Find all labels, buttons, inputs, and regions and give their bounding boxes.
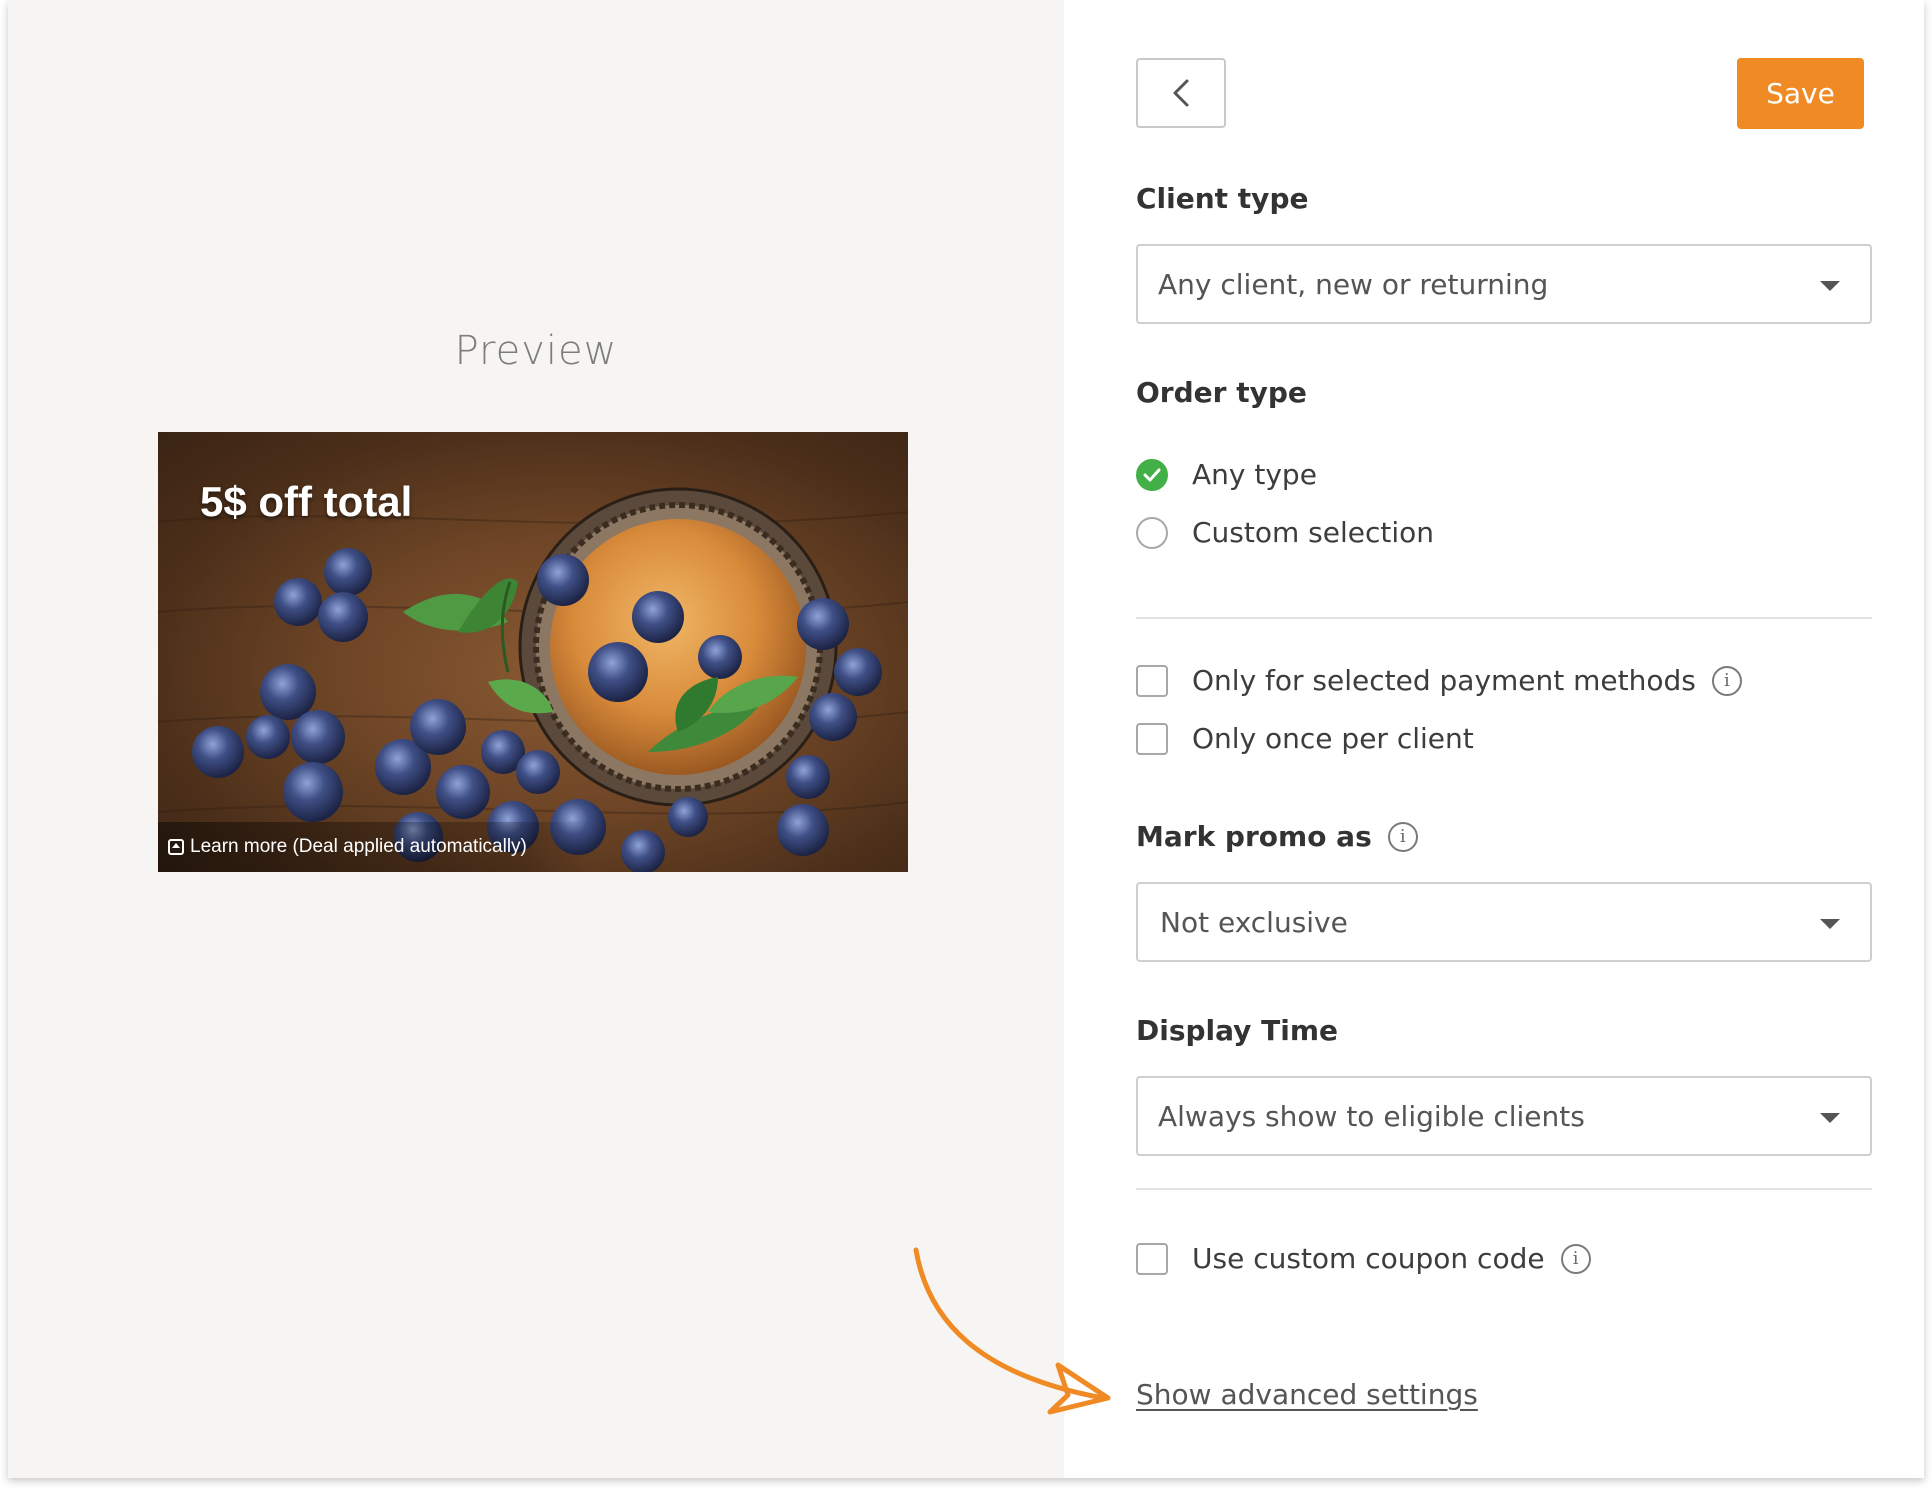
display-time-value: Always show to eligible clients	[1158, 1099, 1585, 1133]
once-per-client-label: Only once per client	[1192, 722, 1474, 755]
preview-pane: Preview 5$ off total Learn more (Deal ap…	[8, 0, 1111, 1478]
mark-promo-label: Mark promo as	[1136, 820, 1372, 853]
save-button[interactable]: Save	[1737, 58, 1864, 129]
mark-promo-select[interactable]: Not exclusive	[1136, 882, 1872, 962]
mark-promo-header: Mark promo as i	[1136, 820, 1418, 853]
show-advanced-settings-link[interactable]: Show advanced settings	[1136, 1378, 1478, 1411]
radio-checked-icon[interactable]	[1136, 458, 1168, 491]
section-divider	[1136, 1188, 1872, 1190]
radio-unchecked-icon[interactable]	[1136, 516, 1168, 549]
custom-coupon-checkbox[interactable]	[1136, 1242, 1168, 1275]
app-window: Preview 5$ off total Learn more (Deal ap…	[8, 0, 1924, 1478]
order-type-label: Order type	[1136, 376, 1307, 409]
custom-coupon-label: Use custom coupon code	[1192, 1242, 1545, 1275]
payment-methods-option[interactable]: Only for selected payment methods i	[1136, 664, 1742, 697]
info-icon[interactable]: i	[1387, 821, 1418, 852]
client-type-value: Any client, new or returning	[1158, 267, 1549, 301]
once-per-client-checkbox[interactable]	[1136, 722, 1168, 755]
info-icon[interactable]: i	[1711, 665, 1742, 696]
promo-title: 5$ off total	[200, 478, 413, 525]
order-type-option-custom[interactable]: Custom selection	[1136, 516, 1434, 549]
order-type-option-label: Any type	[1192, 458, 1317, 491]
chevron-left-icon	[1173, 79, 1189, 107]
dropdown-caret-icon	[1820, 281, 1840, 291]
payment-methods-checkbox[interactable]	[1136, 664, 1168, 697]
dropdown-caret-icon	[1820, 1113, 1840, 1123]
client-type-label: Client type	[1136, 182, 1309, 215]
display-time-select[interactable]: Always show to eligible clients	[1136, 1076, 1872, 1156]
annotation-arrow	[913, 1247, 1111, 1415]
display-time-label: Display Time	[1136, 1014, 1339, 1047]
mark-promo-value: Not exclusive	[1160, 905, 1348, 939]
settings-pane: Save Client type Any client, new or retu…	[1128, 0, 1872, 1478]
promo-footer[interactable]: Learn more (Deal applied automatically)	[158, 822, 588, 872]
once-per-client-option[interactable]: Only once per client	[1136, 722, 1474, 755]
promo-preview-card: 5$ off total Learn more (Deal applied au…	[158, 432, 908, 872]
custom-coupon-option[interactable]: Use custom coupon code i	[1136, 1242, 1591, 1275]
learn-more-icon	[168, 839, 184, 855]
dropdown-caret-icon	[1820, 919, 1840, 929]
promo-footer-text: Learn more (Deal applied automatically)	[190, 836, 527, 857]
section-divider	[1136, 617, 1872, 619]
payment-methods-label: Only for selected payment methods	[1192, 664, 1696, 697]
preview-title: Preview	[454, 328, 618, 374]
back-button[interactable]	[1136, 58, 1226, 128]
info-icon[interactable]: i	[1560, 1243, 1591, 1274]
order-type-option-label: Custom selection	[1192, 516, 1435, 549]
order-type-option-any[interactable]: Any type	[1136, 458, 1317, 491]
client-type-select[interactable]: Any client, new or returning	[1136, 244, 1872, 324]
